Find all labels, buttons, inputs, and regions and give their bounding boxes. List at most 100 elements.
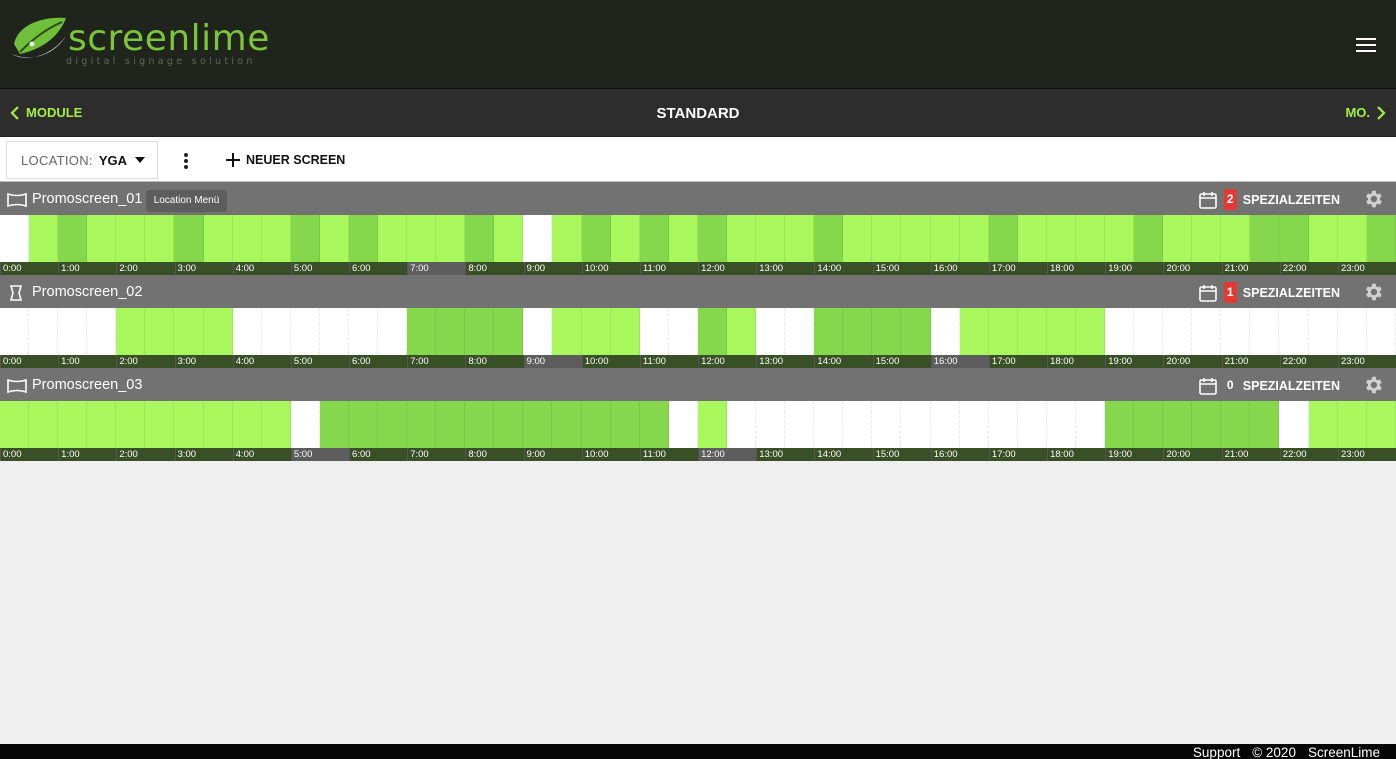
time-slot[interactable] <box>0 215 30 262</box>
time-slot[interactable] <box>697 215 727 262</box>
time-slot[interactable] <box>1134 308 1164 355</box>
time-slot[interactable] <box>1192 308 1222 355</box>
time-slot[interactable] <box>668 308 698 355</box>
time-slot[interactable] <box>1337 401 1367 448</box>
time-slot[interactable] <box>1046 215 1076 262</box>
time-slot[interactable] <box>639 215 669 262</box>
time-slot[interactable] <box>581 401 611 448</box>
time-slot[interactable] <box>959 215 989 262</box>
screen-name[interactable]: Promoscreen_02 <box>32 284 142 300</box>
time-slot[interactable] <box>726 215 757 262</box>
time-slot[interactable] <box>523 308 553 355</box>
time-slot[interactable] <box>610 401 640 448</box>
time-slot[interactable] <box>639 401 669 448</box>
time-slot[interactable] <box>1366 401 1396 448</box>
time-slot[interactable] <box>1075 215 1105 262</box>
time-slot[interactable] <box>1221 215 1251 262</box>
time-slot[interactable] <box>668 215 698 262</box>
time-slot[interactable] <box>29 308 59 355</box>
next-day-button[interactable]: MO. <box>1345 105 1386 120</box>
location-select[interactable]: LOCATION: YGA <box>6 141 158 179</box>
time-slot[interactable] <box>58 401 88 448</box>
time-slot[interactable] <box>58 308 88 355</box>
time-slot[interactable] <box>872 401 902 448</box>
time-slot[interactable] <box>145 215 175 262</box>
time-slot[interactable] <box>348 401 379 448</box>
time-slot[interactable] <box>1279 215 1309 262</box>
time-slot[interactable] <box>901 308 931 355</box>
time-slot[interactable] <box>465 215 495 262</box>
time-slot[interactable] <box>1046 401 1076 448</box>
time-slot[interactable] <box>930 215 960 262</box>
time-slot[interactable] <box>174 308 204 355</box>
time-slot[interactable] <box>523 401 553 448</box>
time-slot[interactable] <box>203 401 233 448</box>
time-slot[interactable] <box>1279 401 1309 448</box>
time-slot[interactable] <box>87 215 117 262</box>
time-slot[interactable] <box>872 215 902 262</box>
time-slot[interactable] <box>523 215 553 262</box>
time-slot[interactable] <box>1163 401 1193 448</box>
time-slot[interactable] <box>465 401 495 448</box>
time-slot[interactable] <box>1221 401 1251 448</box>
time-slot[interactable] <box>261 308 291 355</box>
time-slot[interactable] <box>639 308 669 355</box>
time-slot[interactable] <box>348 308 379 355</box>
time-slot[interactable] <box>378 308 408 355</box>
time-slot[interactable] <box>1308 215 1338 262</box>
special-times-button[interactable]: 2 SPEZIALZEITEN <box>1198 189 1340 210</box>
screenlime-logo[interactable]: screenlime digital signage solution <box>10 14 269 74</box>
time-slot[interactable] <box>901 401 931 448</box>
time-slot[interactable] <box>174 215 204 262</box>
time-slot[interactable] <box>1221 308 1251 355</box>
time-slot[interactable] <box>1104 215 1135 262</box>
time-slot[interactable] <box>785 308 815 355</box>
time-slot[interactable] <box>756 401 786 448</box>
time-slot[interactable] <box>232 308 262 355</box>
time-slot[interactable] <box>407 215 437 262</box>
time-slot[interactable] <box>988 308 1018 355</box>
time-slot[interactable] <box>959 308 989 355</box>
time-slot[interactable] <box>1250 215 1280 262</box>
time-slot[interactable] <box>1279 308 1309 355</box>
time-slot[interactable] <box>726 308 757 355</box>
time-slot[interactable] <box>29 401 59 448</box>
time-slot[interactable] <box>465 308 495 355</box>
time-slot[interactable] <box>116 401 146 448</box>
special-times-button[interactable]: 1 SPEZIALZEITEN <box>1198 282 1340 303</box>
time-slot[interactable] <box>1075 401 1105 448</box>
time-slot[interactable] <box>290 215 320 262</box>
time-slot[interactable] <box>1163 215 1193 262</box>
time-slot[interactable] <box>785 215 815 262</box>
time-slot[interactable] <box>843 401 873 448</box>
time-slot[interactable] <box>1337 308 1367 355</box>
time-slot[interactable] <box>290 308 320 355</box>
time-slot[interactable] <box>261 215 291 262</box>
time-slot[interactable] <box>843 308 873 355</box>
gear-icon[interactable] <box>1362 188 1384 210</box>
new-screen-button[interactable]: NEUER SCREEN <box>226 153 345 167</box>
time-slot[interactable] <box>726 401 757 448</box>
screen-name[interactable]: Promoscreen_03 <box>32 377 142 393</box>
time-slot[interactable] <box>756 308 786 355</box>
screen-name[interactable]: Promoscreen_01 <box>32 191 142 207</box>
special-times-button[interactable]: 0 SPEZIALZEITEN <box>1198 375 1340 396</box>
time-slot[interactable] <box>319 215 349 262</box>
time-slot[interactable] <box>1192 215 1222 262</box>
time-slot[interactable] <box>814 308 844 355</box>
time-slot[interactable] <box>494 215 524 262</box>
time-slot[interactable] <box>1104 308 1135 355</box>
time-slot[interactable] <box>232 215 262 262</box>
time-slot[interactable] <box>581 215 611 262</box>
time-slot[interactable] <box>319 401 349 448</box>
time-slot[interactable] <box>1308 401 1338 448</box>
time-slot[interactable] <box>1017 215 1047 262</box>
time-slot[interactable] <box>988 215 1018 262</box>
back-to-module-button[interactable]: MODULE <box>10 105 82 120</box>
time-slot[interactable] <box>1163 308 1193 355</box>
time-slot[interactable] <box>697 401 727 448</box>
time-slot[interactable] <box>232 401 262 448</box>
time-slot[interactable] <box>145 308 175 355</box>
time-slot[interactable] <box>203 215 233 262</box>
time-slot[interactable] <box>610 308 640 355</box>
